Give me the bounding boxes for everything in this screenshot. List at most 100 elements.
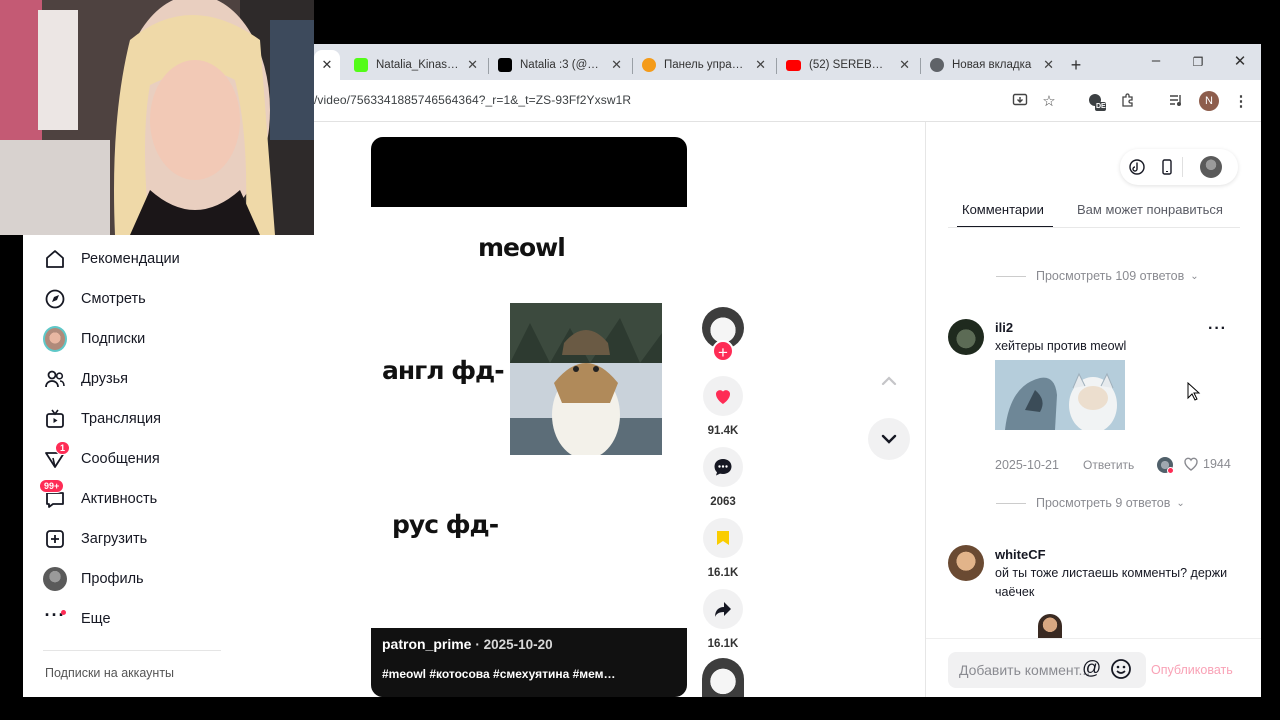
share-button[interactable] [703, 589, 743, 629]
video-hashtags[interactable]: #meowl #котосова #смехуятина #мем… [382, 667, 616, 681]
sidebar-item-label: Друзья [81, 371, 129, 387]
sidebar-item-following[interactable]: Подписки [43, 324, 145, 354]
mention-icon[interactable]: @ [1082, 658, 1101, 680]
close-icon[interactable]: ✕ [899, 57, 910, 73]
comment-image[interactable] [995, 360, 1125, 430]
emoji-icon[interactable] [1110, 658, 1132, 685]
minimize-icon[interactable]: – [1136, 52, 1176, 69]
comments-panel-divider [925, 122, 926, 697]
post-comment-button[interactable]: Опубликовать [1151, 663, 1233, 677]
comment-more-icon[interactable]: ··· [1208, 320, 1227, 338]
upload-icon [43, 527, 67, 551]
comment-date: 2025-10-21 [995, 458, 1059, 472]
comment-like-button[interactable]: 1944 [1183, 456, 1231, 472]
home-icon [43, 247, 67, 271]
tab-comments[interactable]: Комментарии [962, 202, 1044, 217]
send-icon: 1 [43, 441, 71, 471]
address-bar: /video/7563341885746564364?_r=1&_t=ZS-93… [314, 80, 1261, 122]
next-video-button[interactable] [868, 418, 910, 460]
following-avatar-icon [43, 326, 67, 352]
bookmark-star-icon[interactable]: ☆ [1039, 92, 1059, 110]
restore-icon[interactable]: ❐ [1178, 55, 1218, 69]
translate-extension-icon[interactable]: DE [1086, 92, 1106, 116]
sidebar-item-recommendations[interactable]: Рекомендации [43, 244, 180, 274]
tab-you-may-like[interactable]: Вам может понравиться [1077, 202, 1223, 217]
tab-kick[interactable]: Natalia_Kinasli S ✕ [346, 50, 486, 80]
new-tab-button[interactable]: + [1064, 50, 1088, 80]
meme-text-middle: англ фд- [382, 356, 505, 385]
video-author[interactable]: patron_prime · 2025-10-20 [382, 636, 553, 652]
sidebar-item-messages[interactable]: 1 Сообщения [43, 441, 160, 474]
video-caption-overlay: patron_prime · 2025-10-20 #meowl #котосо… [371, 628, 687, 697]
sidebar-item-label: Смотреть [81, 291, 146, 307]
active-tab-close[interactable]: ✕ [314, 50, 340, 80]
window-close-icon[interactable]: ✕ [1220, 52, 1260, 70]
sidebar-item-live[interactable]: Трансляция [43, 404, 161, 434]
tiktok-icon [498, 58, 512, 72]
comment-image-partial[interactable] [1038, 614, 1062, 638]
mouse-cursor-icon [1187, 382, 1201, 401]
previous-video-button[interactable] [868, 360, 910, 402]
comment-username[interactable]: ili2 [995, 320, 1013, 335]
comment-reply-button[interactable]: Ответить [1083, 458, 1134, 472]
kebab-menu-icon[interactable]: ⋮ [1231, 92, 1251, 110]
sidebar-item-friends[interactable]: Друзья [43, 364, 128, 394]
sidebar: Рекомендации Смотреть Подписки Друзья Тр… [23, 235, 314, 697]
more-dots-icon: ··· [44, 604, 66, 625]
sidebar-item-label: Подписки [81, 331, 146, 347]
tab-new-tab[interactable]: Новая вкладка ✕ [922, 50, 1062, 80]
mobile-device-icon[interactable] [1158, 158, 1176, 176]
tab-title: Natalia :3 (@nat [520, 59, 604, 71]
tab-title: (52) SEREBROoffi [809, 59, 891, 71]
music-disc-icon[interactable] [702, 658, 744, 697]
view-replies-109[interactable]: Просмотреть 109 ответов ⌄ [996, 269, 1199, 283]
tab-title: Новая вкладка [952, 59, 1032, 71]
bookmark-icon [717, 531, 729, 545]
tab-youtube[interactable]: (52) SEREBROoffi ✕ [778, 50, 918, 80]
sidebar-item-upload[interactable]: Загрузить [43, 524, 147, 554]
url-field[interactable]: /video/7563341885746564364?_r=1&_t=ZS-93… [314, 93, 631, 107]
sidebar-item-more[interactable]: ··· Еще [43, 604, 111, 634]
extensions-puzzle-icon[interactable] [1118, 92, 1138, 112]
chevron-down-icon [881, 434, 897, 444]
share-count: 16.1K [707, 638, 739, 650]
tab-title: Панель управле [664, 59, 748, 71]
save-button[interactable] [703, 518, 743, 558]
close-icon[interactable]: ✕ [611, 57, 622, 73]
share-arrow-icon [715, 602, 731, 617]
comment-like-count: 1944 [1203, 457, 1231, 471]
video-player[interactable]: meowl англ фд- рус фд- patron_prime · 20… [371, 137, 687, 697]
sidebar-item-label: Еще [81, 611, 111, 627]
globe-icon [930, 58, 944, 72]
heart-outline-icon [1184, 457, 1198, 471]
user-avatar-icon[interactable] [1200, 156, 1222, 178]
friends-icon [43, 367, 67, 391]
sidebar-item-profile[interactable]: Профиль [43, 564, 144, 594]
comment-text: хейтеры против meowl [995, 339, 1127, 353]
comment-button[interactable] [703, 447, 743, 487]
save-count: 16.1K [707, 567, 739, 579]
profile-avatar-icon[interactable]: N [1199, 91, 1219, 111]
sidebar-item-activity[interactable]: 99+ Активность [39, 479, 157, 514]
media-controls-icon[interactable] [1166, 92, 1186, 112]
comment-input[interactable]: Добавить коммент... @ [948, 652, 1146, 688]
sidebar-item-explore[interactable]: Смотреть [43, 284, 146, 314]
screen: ✕ Natalia_Kinasli S ✕ Natalia :3 (@nat ✕… [0, 0, 1280, 720]
chevron-down-icon: ⌄ [1176, 497, 1185, 509]
like-button[interactable] [703, 376, 743, 416]
view-replies-9[interactable]: Просмотреть 9 ответов ⌄ [996, 496, 1185, 510]
comment-avatar[interactable] [948, 545, 984, 581]
tab-tiktok[interactable]: Natalia :3 (@nat ✕ [490, 50, 630, 80]
comment-avatar[interactable] [948, 319, 984, 355]
close-icon[interactable]: ✕ [1043, 57, 1054, 73]
close-icon[interactable]: ✕ [467, 57, 478, 73]
comment-username[interactable]: whiteCF [995, 547, 1046, 562]
close-icon[interactable]: ✕ [755, 57, 766, 73]
video-author-name: patron_prime [382, 636, 472, 652]
chevron-down-icon: ⌄ [1190, 270, 1199, 282]
view-replies-label: Просмотреть 9 ответов [1036, 496, 1171, 510]
install-app-icon[interactable] [1010, 92, 1030, 112]
follow-plus-icon[interactable]: + [712, 340, 734, 362]
tiktok-logo-icon[interactable] [1128, 158, 1146, 176]
tab-dashboard[interactable]: Панель управле ✕ [634, 50, 774, 80]
